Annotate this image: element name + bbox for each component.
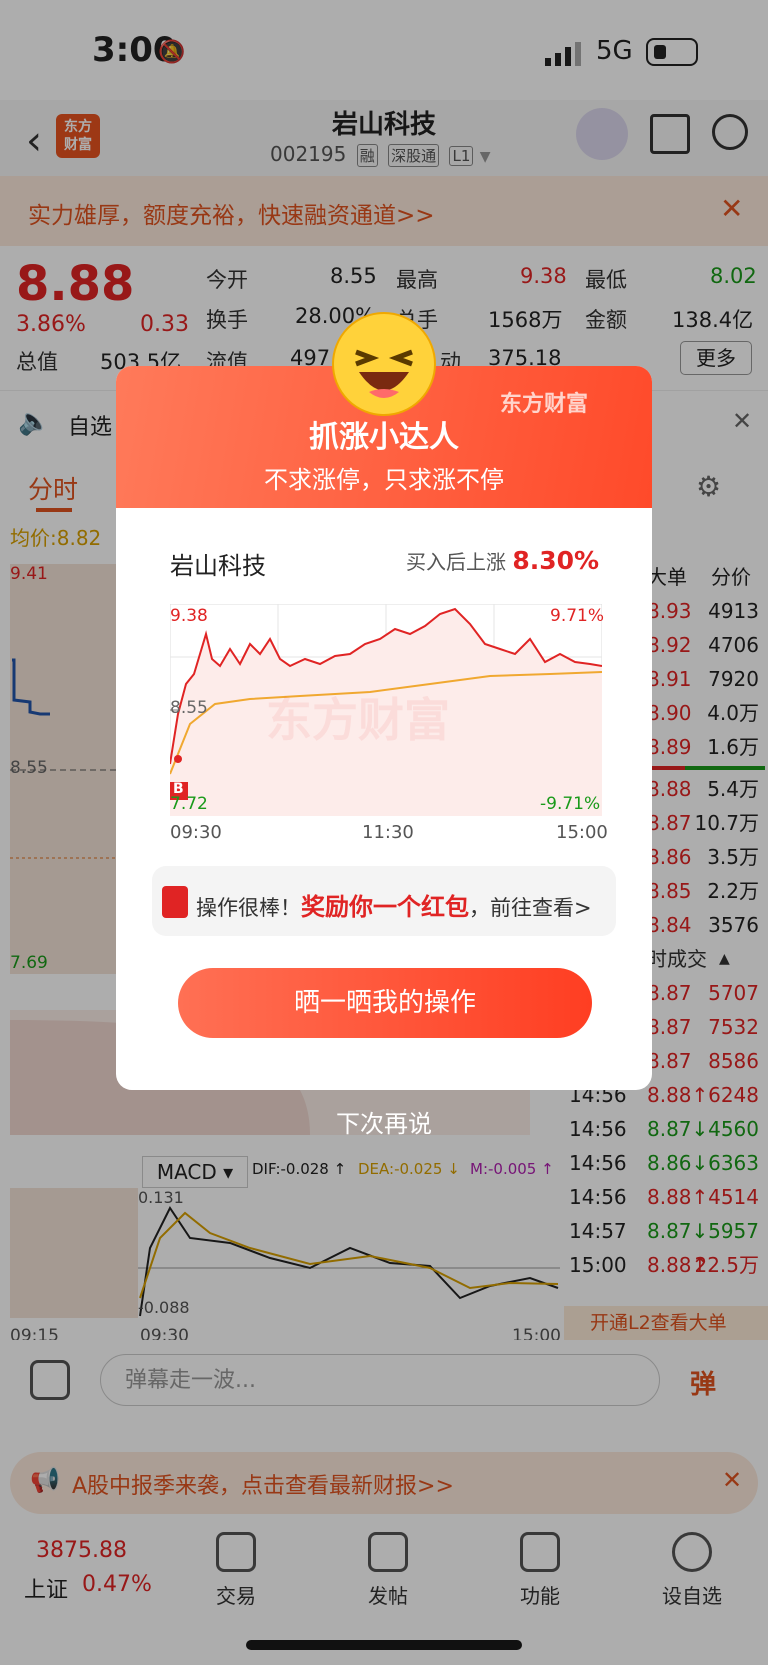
laughing-emoji-icon (332, 312, 436, 416)
popup-rise-value: 8.30% (512, 546, 600, 575)
mini-pct-top: 9.71% (550, 606, 605, 626)
popup-mini-chart: 东方财富 9.38 8.55 7.72 9.71% -9.71% B (169, 603, 605, 817)
reward-text: 操作很棒！奖励你一个红包，前往查看> (196, 893, 592, 921)
share-operation-button[interactable]: 晒一晒我的操作 (178, 968, 592, 1038)
red-envelope-icon (162, 886, 188, 918)
popup-title: 抓涨小达人 (309, 420, 459, 455)
mini-y-bottom: 7.72 (170, 794, 208, 814)
mini-pct-bottom: -9.71% (540, 794, 601, 814)
popup-rise: 买入后上涨 8.30% (406, 546, 600, 575)
popup-stock-name: 岩山科技 (170, 552, 266, 580)
chart-watermark: 东方财富 (266, 693, 450, 747)
buy-marker: B (173, 781, 184, 797)
mini-y-mid: 8.55 (170, 698, 208, 718)
achievement-popup: 东方财富 抓涨小达人 不求涨停，只求涨不停 岩山科技 买入后上涨 8.30% 东… (116, 366, 652, 1090)
popup-subtitle: 不求涨停，只求涨不停 (264, 466, 504, 494)
reward-link[interactable]: 操作很棒！奖励你一个红包，前往查看> (152, 866, 616, 936)
dismiss-later-button[interactable]: 下次再说 (0, 1104, 768, 1139)
home-indicator (246, 1640, 522, 1650)
mini-y-top: 9.38 (170, 606, 208, 626)
